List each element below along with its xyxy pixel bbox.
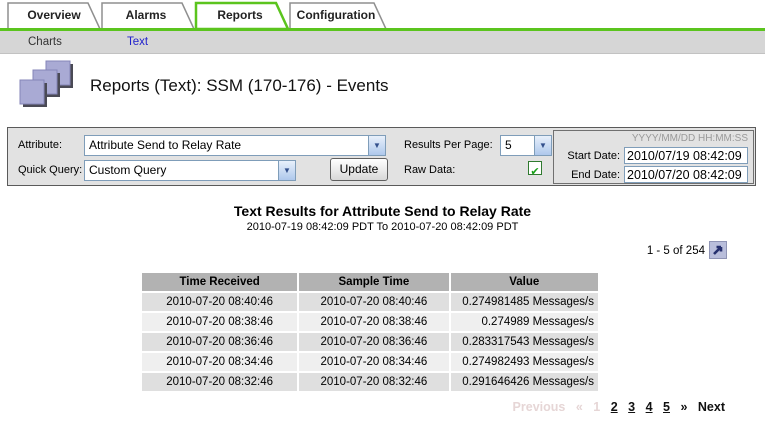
results-per-page-value: 5 (505, 138, 512, 152)
table-row: 2010-07-20 08:32:46 2010-07-20 08:32:46 … (142, 373, 598, 391)
raw-data-label: Raw Data: (404, 164, 455, 176)
cell-sample-time: 2010-07-20 08:36:46 (299, 333, 448, 351)
attribute-select-value: Attribute Send to Relay Rate (89, 138, 241, 152)
tab-overview[interactable]: Overview (8, 8, 100, 22)
pagination-prev-arrow-icon: « (576, 400, 583, 414)
cell-time-received: 2010-07-20 08:38:46 (142, 313, 297, 331)
subnav-bar: Charts Text (0, 31, 765, 54)
pagination-page-2[interactable]: 2 (611, 400, 618, 414)
subnav-item-text[interactable]: Text (127, 36, 148, 48)
raw-data-checkbox[interactable]: ✔ (528, 161, 542, 175)
table-row: 2010-07-20 08:36:46 2010-07-20 08:36:46 … (142, 333, 598, 351)
pagination-page-1-current: 1 (593, 400, 600, 414)
chevron-down-icon: ▼ (278, 161, 295, 180)
col-header-sample-time: Sample Time (299, 273, 448, 291)
table-row: 2010-07-20 08:38:46 2010-07-20 08:38:46 … (142, 313, 598, 331)
quick-query-select-value: Custom Query (89, 163, 166, 177)
update-button[interactable]: Update (330, 158, 388, 181)
cell-value: 0.274981485 Messages/s (451, 293, 598, 311)
cell-time-received: 2010-07-20 08:32:46 (142, 373, 297, 391)
attribute-select[interactable]: Attribute Send to Relay Rate ▼ (84, 135, 386, 156)
quick-query-select[interactable]: Custom Query ▼ (84, 160, 296, 181)
cell-time-received: 2010-07-20 08:40:46 (142, 293, 297, 311)
page-title: Reports (Text): SSM (170-176) - Events (90, 76, 389, 96)
app-window: Overview Alarms Reports Configuration Ch… (0, 0, 765, 423)
checkmark-icon: ✔ (530, 166, 539, 178)
pagination-page-3[interactable]: 3 (628, 400, 635, 414)
date-format-hint: YYYY/MM/DD HH:MM:SS (632, 133, 748, 144)
pagination-next-arrow-icon[interactable]: » (680, 400, 687, 414)
result-range-label: 1 - 5 of 254 (647, 245, 705, 257)
cell-value: 0.274989 Messages/s (451, 313, 598, 331)
cell-value: 0.274982493 Messages/s (451, 353, 598, 371)
start-date-label: Start Date: (558, 150, 620, 162)
date-range-box: YYYY/MM/DD HH:MM:SS Start Date: End Date… (553, 130, 754, 184)
attribute-label: Attribute: (18, 139, 62, 151)
cell-value: 0.283317543 Messages/s (451, 333, 598, 351)
results-table: Time Received Sample Time Value 2010-07-… (140, 271, 600, 393)
results-per-page-label: Results Per Page: (404, 139, 493, 151)
tab-configuration[interactable]: Configuration (288, 8, 384, 22)
chevron-down-icon: ▼ (368, 136, 385, 155)
query-form-panel: Attribute: Attribute Send to Relay Rate … (7, 127, 756, 186)
table-row: 2010-07-20 08:34:46 2010-07-20 08:34:46 … (142, 353, 598, 371)
cell-sample-time: 2010-07-20 08:38:46 (299, 313, 448, 331)
tab-alarms[interactable]: Alarms (100, 8, 192, 22)
tab-reports[interactable]: Reports (194, 8, 286, 22)
pagination-page-5[interactable]: 5 (663, 400, 670, 414)
col-header-value: Value (451, 273, 598, 291)
subnav-item-charts[interactable]: Charts (28, 36, 62, 48)
cell-time-received: 2010-07-20 08:36:46 (142, 333, 297, 351)
chevron-down-icon: ▼ (534, 136, 551, 155)
pagination-previous: Previous (513, 400, 566, 414)
cell-sample-time: 2010-07-20 08:40:46 (299, 293, 448, 311)
export-report-icon[interactable] (709, 241, 727, 259)
results-per-page-select[interactable]: 5 ▼ (500, 135, 552, 156)
pagination-page-4[interactable]: 4 (646, 400, 653, 414)
pagination: Previous « 1 2 3 4 5 » Next (506, 400, 725, 414)
tab-bar: Overview Alarms Reports Configuration (0, 0, 765, 31)
end-date-input[interactable] (624, 166, 748, 183)
quick-query-label: Quick Query: (18, 164, 82, 176)
cell-sample-time: 2010-07-20 08:32:46 (299, 373, 448, 391)
end-date-label: End Date: (558, 169, 620, 181)
cell-value: 0.291646426 Messages/s (451, 373, 598, 391)
start-date-input[interactable] (624, 147, 748, 164)
table-header-row: Time Received Sample Time Value (142, 273, 598, 291)
table-row: 2010-07-20 08:40:46 2010-07-20 08:40:46 … (142, 293, 598, 311)
col-header-time-received: Time Received (142, 273, 297, 291)
reports-stack-icon (18, 59, 76, 113)
results-date-range: 2010-07-19 08:42:09 PDT To 2010-07-20 08… (0, 221, 765, 233)
pagination-next[interactable]: Next (698, 400, 725, 414)
cell-sample-time: 2010-07-20 08:34:46 (299, 353, 448, 371)
cell-time-received: 2010-07-20 08:34:46 (142, 353, 297, 371)
results-title: Text Results for Attribute Send to Relay… (0, 203, 765, 219)
